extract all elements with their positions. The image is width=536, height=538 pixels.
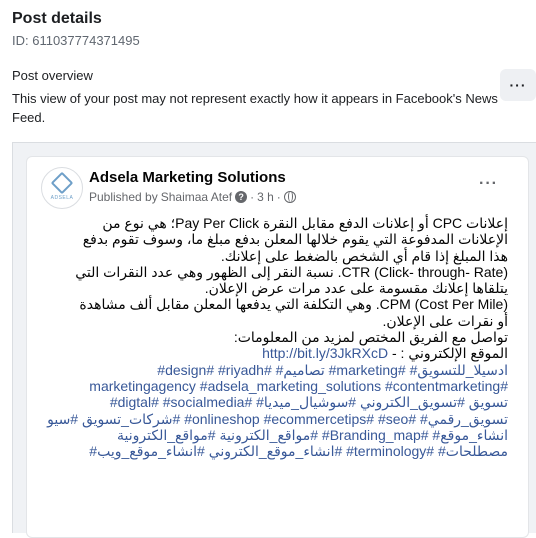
post-text-line: هذا المبلغ إذا قام أي الشخص بالضغط على إ… — [220, 247, 508, 264]
avatar-brand-text: ADSELA — [50, 195, 74, 201]
author-link[interactable]: Shaimaa Atef — [161, 190, 232, 204]
help-icon[interactable]: ? — [235, 191, 248, 203]
post-overview-note: This view of your post may not represent… — [12, 91, 498, 125]
website-label: الموقع الإلكتروني : - — [392, 345, 508, 362]
more-options-button[interactable]: ··· — [500, 69, 536, 101]
post-text-line: يتلقاها إعلانك مقسومة على عدد مرات عرض ا… — [204, 280, 508, 297]
more-horizontal-icon: ··· — [509, 77, 527, 93]
hashtag-line[interactable]: انشاء_موقع# #Branding_map# #مواقع_الكترو… — [38, 427, 508, 443]
post-time[interactable]: 3 h — [257, 190, 274, 204]
post-text-line: إعلانات CPC أو إعلانات الدفع مقابل النقر… — [102, 215, 508, 231]
post-text-line: CTR (Click- through- Rate). نسبة النقر إ… — [75, 263, 508, 280]
post-text-line: أو نقرات على الإعلان. — [382, 312, 508, 329]
hashtag-line[interactable]: #marketingagency #adsela_marketing_solut… — [38, 378, 508, 394]
website-link[interactable]: http://bit.ly/3JkRXcD — [262, 345, 388, 361]
post-id: ID: 611037774371495 — [12, 33, 140, 48]
byline-separator: · — [250, 190, 255, 204]
post-text-line: تواصل مع الفريق المختص لمزيد من المعلوما… — [233, 329, 508, 346]
hashtag-line[interactable]: تسويق_رقمي# #onlineshop #ecommercetips# … — [38, 411, 508, 427]
page-avatar[interactable]: ADSELA — [41, 167, 83, 209]
page-name-link[interactable]: Adsela Marketing Solutions — [89, 169, 286, 186]
post-more-options-button[interactable]: ··· — [479, 175, 498, 193]
adsela-logo-icon — [50, 171, 74, 195]
post-byline: Published by Shaimaa Atef ? · 3 h · — [89, 190, 296, 204]
hashtag-line[interactable]: تسويق #تسويق_الكتروني #سوشيال_ميديا# #di… — [38, 394, 508, 410]
post-text-line: الإعلانات المدفوعة التي يقوم خلالها المع… — [82, 231, 508, 248]
post-card: ADSELA Adsela Marketing Solutions Publis… — [26, 156, 529, 538]
hashtag-line[interactable]: ادسيلا_للتسويق# #marketing# تصاميم# #des… — [38, 362, 508, 378]
website-line: الموقع الإلكتروني : - http://bit.ly/3JkR… — [38, 345, 508, 361]
byline-separator: · — [276, 190, 281, 204]
post-overview-heading: Post overview — [12, 68, 93, 83]
hashtag-line[interactable]: مصطلحات# #terminology# #انشاء_موقع_الكتر… — [38, 443, 508, 459]
post-text-line: CPM (Cost Per Mile). وهي التكلفة التي يد… — [79, 296, 508, 313]
published-by-label: Published by — [89, 190, 158, 204]
post-body: إعلانات CPC أو إعلانات الدفع مقابل النقر… — [38, 215, 508, 459]
page-title: Post details — [12, 10, 102, 27]
globe-icon — [283, 191, 296, 203]
